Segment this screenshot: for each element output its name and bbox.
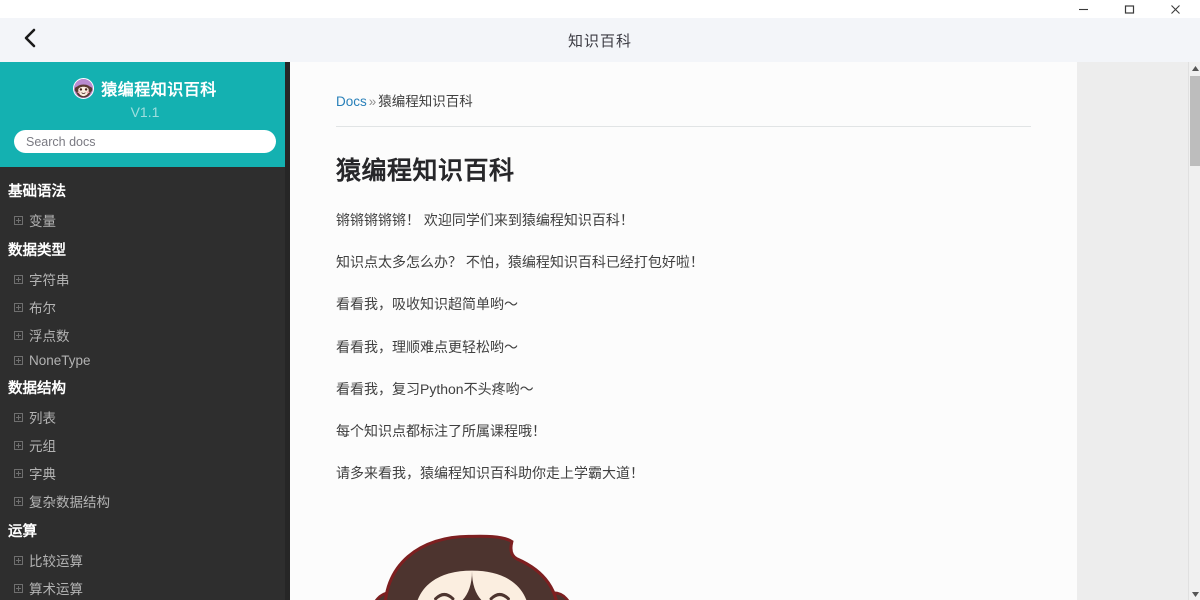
close-button[interactable]	[1152, 0, 1198, 18]
content-gutter	[1077, 62, 1200, 600]
brand-name: 猿编程知识百科	[101, 82, 217, 99]
expand-plus-icon[interactable]	[14, 274, 23, 284]
sidebar-item-label: 算术运算	[29, 582, 83, 597]
sidebar-item-label: 列表	[29, 411, 56, 426]
sidebar-section-title: 数据结构	[8, 381, 66, 397]
expand-plus-icon[interactable]	[14, 583, 23, 593]
sidebar-item[interactable]: 复杂数据结构	[0, 487, 290, 515]
sidebar-item[interactable]: 比较运算	[0, 546, 290, 574]
sidebar-section-title: 基础语法	[8, 184, 66, 200]
document-paragraph: 锵锵锵锵锵！ 欢迎同学们来到猿编程知识百科！	[336, 212, 634, 228]
document-title: 猿编程知识百科	[336, 157, 515, 185]
document-pane: Docs» 猿编程知识百科 猿编程知识百科 锵锵锵锵锵！ 欢迎同学们来到猿编程知识…	[290, 62, 1077, 600]
brand[interactable]: 猿编程知识百科	[12, 76, 278, 100]
breadcrumb-separator: »	[368, 94, 377, 109]
document-paragraphs: 锵锵锵锵锵！ 欢迎同学们来到猿编程知识百科！ 知识点太多怎么办？ 不怕，猿编程知识…	[336, 211, 1031, 482]
sidebar-item[interactable]: 元组	[0, 431, 290, 459]
sidebar-item-label: NoneType	[29, 353, 91, 368]
sidebar-item-label: 复杂数据结构	[29, 495, 110, 510]
breadcrumb-current: 猿编程知识百科	[378, 94, 473, 109]
scroll-down-arrow-icon[interactable]	[1189, 588, 1200, 600]
sidebar-item-label: 比较运算	[29, 554, 83, 569]
breadcrumb-root-link[interactable]: Docs	[336, 94, 367, 109]
sidebar-section-title: 运算	[8, 524, 37, 540]
maximize-button[interactable]	[1106, 0, 1152, 18]
sidebar-item-label: 字符串	[29, 273, 70, 288]
document-paragraph: 请多来看我，猿编程知识百科助你走上学霸大道！	[336, 465, 644, 482]
sidebar-item-label: 浮点数	[29, 329, 70, 344]
app-body: 猿编程知识百科 V1.1 基础语法变量数据类型字符串布尔浮点数 NoneType 数…	[0, 62, 1200, 600]
expand-plus-icon[interactable]	[14, 496, 23, 506]
sidebar-item-label: 变量	[29, 214, 56, 229]
document-paragraph: 看看我，理顺难点更轻松哟～	[336, 338, 518, 355]
sidebar-item-label: 元组	[29, 439, 56, 454]
maximize-icon	[1124, 4, 1135, 15]
content-area: Docs» 猿编程知识百科 猿编程知识百科 锵锵锵锵锵！ 欢迎同学们来到猿编程知识…	[290, 62, 1200, 600]
sidebar-item-label: 字典	[29, 467, 56, 482]
mascot-container	[336, 526, 1031, 600]
document-paragraph: 每个知识点都标注了所属课程哦！	[336, 422, 546, 439]
sidebar-item[interactable]: 字符串	[0, 265, 290, 293]
minimize-button[interactable]	[1060, 0, 1106, 18]
sidebar-nav: 基础语法变量数据类型字符串布尔浮点数 NoneType 数据结构列表元组字典复杂数据…	[0, 167, 290, 600]
sidebar-item[interactable]: 列表	[0, 403, 290, 431]
expand-plus-icon[interactable]	[14, 356, 23, 365]
expand-plus-icon[interactable]	[14, 440, 23, 450]
expand-plus-icon[interactable]	[14, 215, 23, 225]
close-icon	[1170, 4, 1181, 15]
app-header: 知识百科	[0, 18, 1200, 62]
minimize-icon	[1078, 4, 1089, 15]
sidebar-item[interactable]: 字典	[0, 459, 290, 487]
sidebar-item-label: 布尔	[29, 301, 56, 316]
vertical-scrollbar[interactable]	[1188, 62, 1200, 600]
chevron-left-icon	[22, 27, 38, 54]
search-container	[12, 130, 278, 153]
sidebar-item[interactable]: 浮点数	[0, 321, 290, 349]
monkey-avatar-icon	[73, 77, 95, 99]
expand-plus-icon[interactable]	[14, 468, 23, 478]
expand-plus-icon[interactable]	[14, 330, 23, 340]
sidebar-item[interactable]: NoneType	[0, 349, 290, 372]
expand-plus-icon[interactable]	[14, 555, 23, 565]
page-title: 知识百科	[567, 32, 632, 50]
sidebar-item[interactable]: 布尔	[0, 293, 290, 321]
search-input[interactable]	[14, 130, 276, 153]
breadcrumb: Docs» 猿编程知识百科	[336, 90, 1031, 127]
expand-plus-icon[interactable]	[14, 412, 23, 422]
sidebar-item[interactable]: 变量	[0, 206, 290, 234]
document-paragraph: 看看我，复习Python不头疼哟～	[336, 380, 534, 397]
back-button[interactable]	[0, 18, 60, 62]
document-paragraph: 看看我，吸收知识超简单哟～	[336, 296, 518, 313]
sidebar-section-title: 数据类型	[8, 243, 66, 259]
scroll-up-arrow-icon[interactable]	[1189, 62, 1200, 74]
sidebar-header: 猿编程知识百科 V1.1	[0, 62, 290, 167]
document-paragraph: 知识点太多怎么办？ 不怕，猿编程知识百科已经打包好啦！	[336, 254, 704, 271]
expand-plus-icon[interactable]	[14, 302, 23, 312]
window-titlebar	[0, 0, 1200, 18]
version-label: V1.1	[130, 104, 160, 120]
sidebar: 猿编程知识百科 V1.1 基础语法变量数据类型字符串布尔浮点数 NoneType 数…	[0, 62, 290, 600]
sidebar-item[interactable]: 算术运算	[0, 574, 290, 600]
scroll-thumb[interactable]	[1190, 76, 1200, 166]
